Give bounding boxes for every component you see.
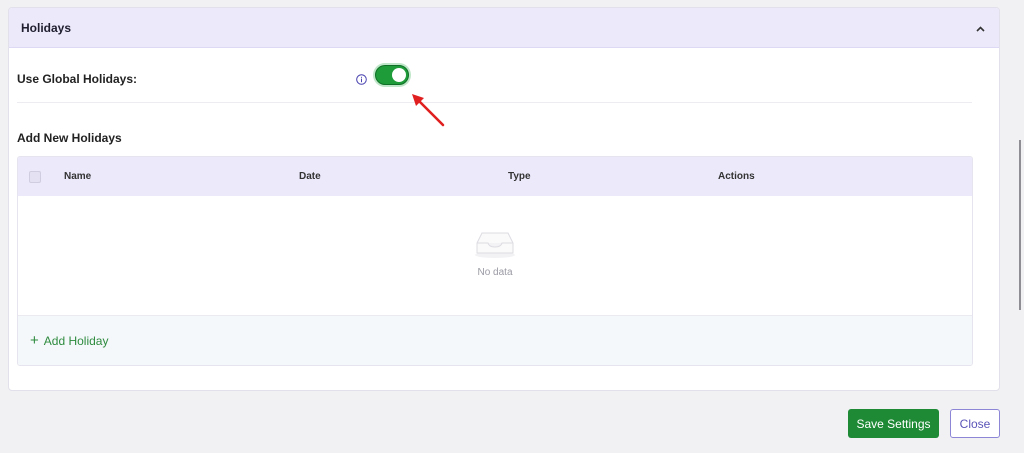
column-header-actions: Actions xyxy=(718,171,755,182)
info-icon[interactable] xyxy=(356,72,367,85)
select-all-checkbox[interactable] xyxy=(29,171,41,183)
toggle-knob xyxy=(392,68,406,82)
close-button[interactable]: Close xyxy=(950,409,1000,438)
global-holidays-row: Use Global Holidays: xyxy=(17,63,972,103)
save-settings-button[interactable]: Save Settings xyxy=(848,409,939,438)
column-header-type[interactable]: Type xyxy=(508,171,531,182)
column-header-date[interactable]: Date xyxy=(299,171,321,182)
global-holidays-toggle[interactable] xyxy=(375,65,409,85)
plus-icon: + xyxy=(30,332,39,349)
add-holiday-button[interactable]: + Add Holiday xyxy=(30,332,109,349)
global-holidays-label: Use Global Holidays: xyxy=(17,72,138,86)
scrollbar[interactable] xyxy=(1019,140,1021,310)
empty-inbox-icon xyxy=(475,232,515,258)
holidays-table: Name Date Type Actions No data + Add Hol… xyxy=(17,156,973,366)
table-header: Name Date Type Actions xyxy=(18,157,972,196)
holidays-panel-header[interactable]: Holidays xyxy=(9,8,999,48)
column-header-name[interactable]: Name xyxy=(64,171,91,182)
add-holidays-title: Add New Holidays xyxy=(17,131,122,145)
empty-state-text: No data xyxy=(477,267,513,278)
red-arrow-annotation xyxy=(412,94,445,127)
chevron-up-icon[interactable] xyxy=(973,21,987,35)
table-footer: + Add Holiday xyxy=(18,316,972,365)
table-body: No data xyxy=(18,196,972,316)
panel-title: Holidays xyxy=(21,20,72,35)
add-holiday-label: Add Holiday xyxy=(43,334,109,348)
